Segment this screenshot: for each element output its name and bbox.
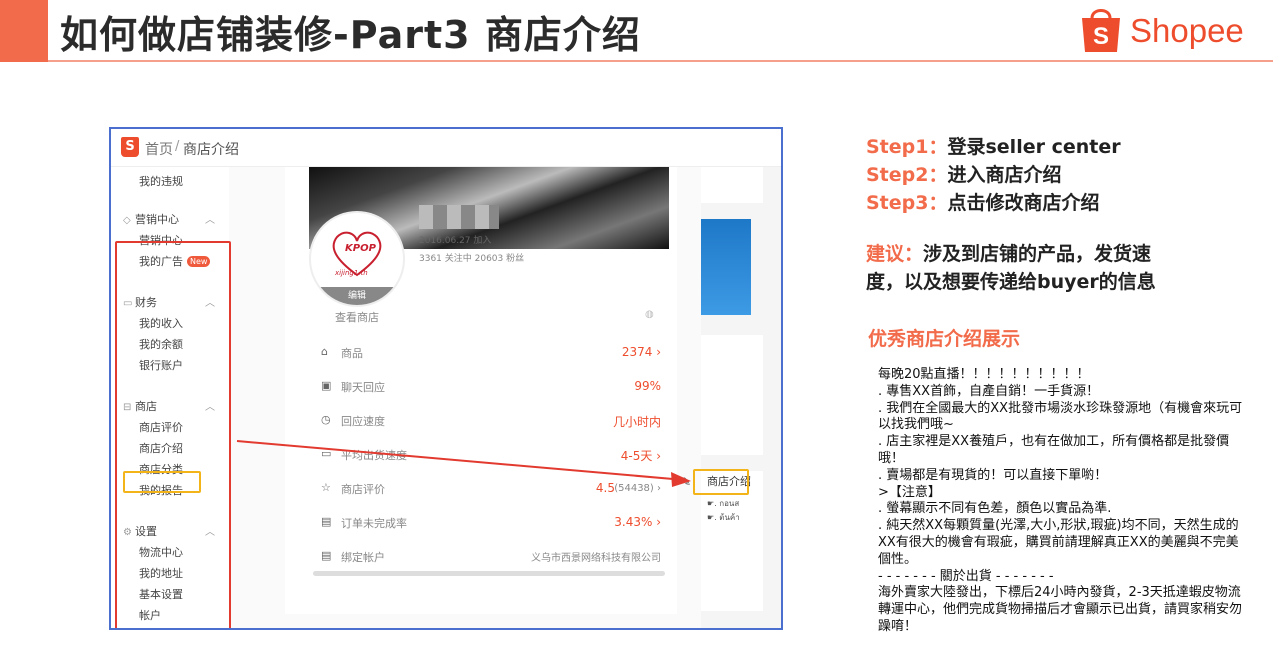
example-line: . 螢幕顯示不同有色差，顏色以實品為準.	[878, 501, 1112, 517]
tag-icon: ◇	[123, 215, 131, 226]
seller-sidebar: 我的违规 ◇ 营销中心 ︿ 营销中心 我的广告 New ▭ 财务 ︿ 我的收入 我的余…	[111, 167, 231, 628]
avatar-brand-text: KPOP	[345, 243, 376, 254]
shop-profile-edit-highlight-box	[693, 469, 749, 495]
side-panel-top-card	[701, 167, 763, 203]
blurred-shop-name	[419, 205, 499, 229]
example-line: . 專售XX首飾，自產自銷！一手貨源！	[878, 383, 1100, 399]
stat-response-speed: ◷ 回应速度 几小时内	[321, 413, 661, 429]
chevron-up-icon[interactable]: ︿	[205, 211, 215, 226]
truck-icon: ▭	[321, 447, 332, 460]
example-line: . 店主家裡是XX養殖戶，也有在做加工，所有價格都是批發價哦！	[878, 434, 1230, 466]
title-accent-bar	[0, 0, 48, 62]
example-line: . 我們在全國最大的XX批發市場淡水珍珠發源地（有機會來玩可以找我們哦~	[878, 400, 1243, 433]
step-2: Step2：进入商店介绍	[866, 164, 1062, 186]
stat-unfinished-orders[interactable]: ▤ 订单未完成率 3.43% ›	[321, 515, 661, 535]
chat-icon: ▣	[321, 379, 332, 392]
example-line: - - - - - - - 關於出貨 - - - - - - -	[878, 568, 1054, 584]
clock-icon: ◷	[321, 413, 331, 426]
store-icon: ⌂	[321, 345, 328, 358]
side-panel-mid-card	[701, 335, 763, 455]
seller-center-screenshot: S 首页 / 商店介绍 我的违规 ◇ 营销中心 ︿ 营销中心 我的广告 New ▭ 财…	[109, 127, 783, 630]
shop-profile-side-panel: 商店介绍 ☛. กอนส ☛. ต้นค้า	[701, 167, 781, 628]
example-shop-description: 每晚20點直播！！！！！！！！！！ . 專售XX首飾，自產自銷！一手貨源！ . …	[878, 367, 1250, 636]
showcase-heading: 优秀商店介绍展示	[868, 328, 1021, 350]
example-line: 每晚20點直播！！！！！！！！！！	[878, 367, 1090, 382]
sidebar-highlight-box	[115, 241, 231, 628]
breadcrumb-current: 商店介绍	[183, 142, 239, 158]
shop-profile-preview-line: ☛. กอนส	[707, 499, 740, 508]
stat-chat-response: ▣ 聊天回应 99%	[321, 379, 661, 394]
steps-list: Step1：登录seller center Step2：进入商店介绍 Step3…	[866, 133, 1121, 217]
product-thumbnail[interactable]	[701, 219, 751, 315]
step-3: Step3：点击修改商店介绍	[866, 192, 1100, 214]
stat-products[interactable]: ⌂ 商品 2374 ›	[321, 345, 661, 365]
shopee-wordmark: Shopee	[1130, 12, 1244, 49]
sidebar-section-marketing[interactable]: ◇ 营销中心	[123, 211, 179, 227]
horizontal-scrollbar[interactable]	[313, 571, 665, 576]
stat-shop-rating[interactable]: ☆ 商店评价 4.5 (54438) ›	[321, 481, 661, 501]
view-shop-link[interactable]: 查看商店	[335, 309, 379, 325]
view-shop-icon[interactable]: ◍	[645, 309, 654, 320]
shopee-small-bag-icon: S	[121, 137, 139, 157]
svg-text:S: S	[1093, 23, 1109, 50]
sidebar-item-violations[interactable]: 我的违规	[139, 173, 183, 189]
advice-text: 建议：涉及到店铺的产品，发货速度，以及想要传递给buyer的信息	[866, 243, 1156, 293]
avatar-sub-text: xijing1.th	[335, 269, 368, 277]
example-line: 海外賣家大陸發出，下標后24小時內發貨，2-3天抵達蝦皮物流轉運中心，他們完成貨…	[878, 585, 1243, 634]
avatar-edit-button[interactable]: 编辑	[311, 287, 403, 305]
edit-pencil-icon[interactable]: ✎	[681, 475, 691, 489]
breadcrumb-separator: /	[175, 139, 180, 154]
breadcrumb-home[interactable]: 首页	[145, 139, 173, 159]
title-divider	[48, 60, 1273, 62]
example-line: . 賣場都是有現貨的！可以直接下單喲！	[878, 467, 1108, 483]
slide-title: 如何做店铺装修-Part3 商店介绍	[60, 13, 641, 57]
shop-profile-highlight-box	[123, 471, 201, 493]
shop-joined-date: 2016.06.27 加入	[419, 236, 492, 246]
star-icon: ☆	[321, 481, 331, 494]
shopee-bag-icon: S	[1082, 9, 1120, 52]
example-line: >【注意】	[878, 484, 941, 500]
clipboard-icon: ▤	[321, 515, 332, 528]
shopee-logo: S Shopee	[1078, 2, 1258, 58]
stat-shipping-speed[interactable]: ▭ 平均出货速度 4-5天 ›	[321, 447, 661, 467]
stat-linked-account: ▤ 绑定帐户 义乌市西景网络科技有限公司	[321, 549, 661, 564]
clipboard-icon: ▤	[321, 549, 332, 562]
shop-avatar[interactable]: KPOP xijing1.th 编辑	[309, 211, 405, 307]
shop-profile-preview-line: ☛. ต้นค้า	[707, 513, 740, 522]
seller-topbar: S 首页 / 商店介绍	[111, 129, 781, 167]
step-1: Step1：登录seller center	[866, 136, 1121, 158]
example-line: . 純天然XX每顆質量(光澤,大小,形狀,瑕疵)均不同，天然生成的XX有很大的機…	[878, 518, 1239, 567]
shop-follow-stats: 3361 关注中 20603 粉丝	[419, 254, 525, 264]
shop-profile-card: KPOP xijing1.th 编辑 2016.06.27 加入 3361 关注…	[285, 167, 677, 614]
